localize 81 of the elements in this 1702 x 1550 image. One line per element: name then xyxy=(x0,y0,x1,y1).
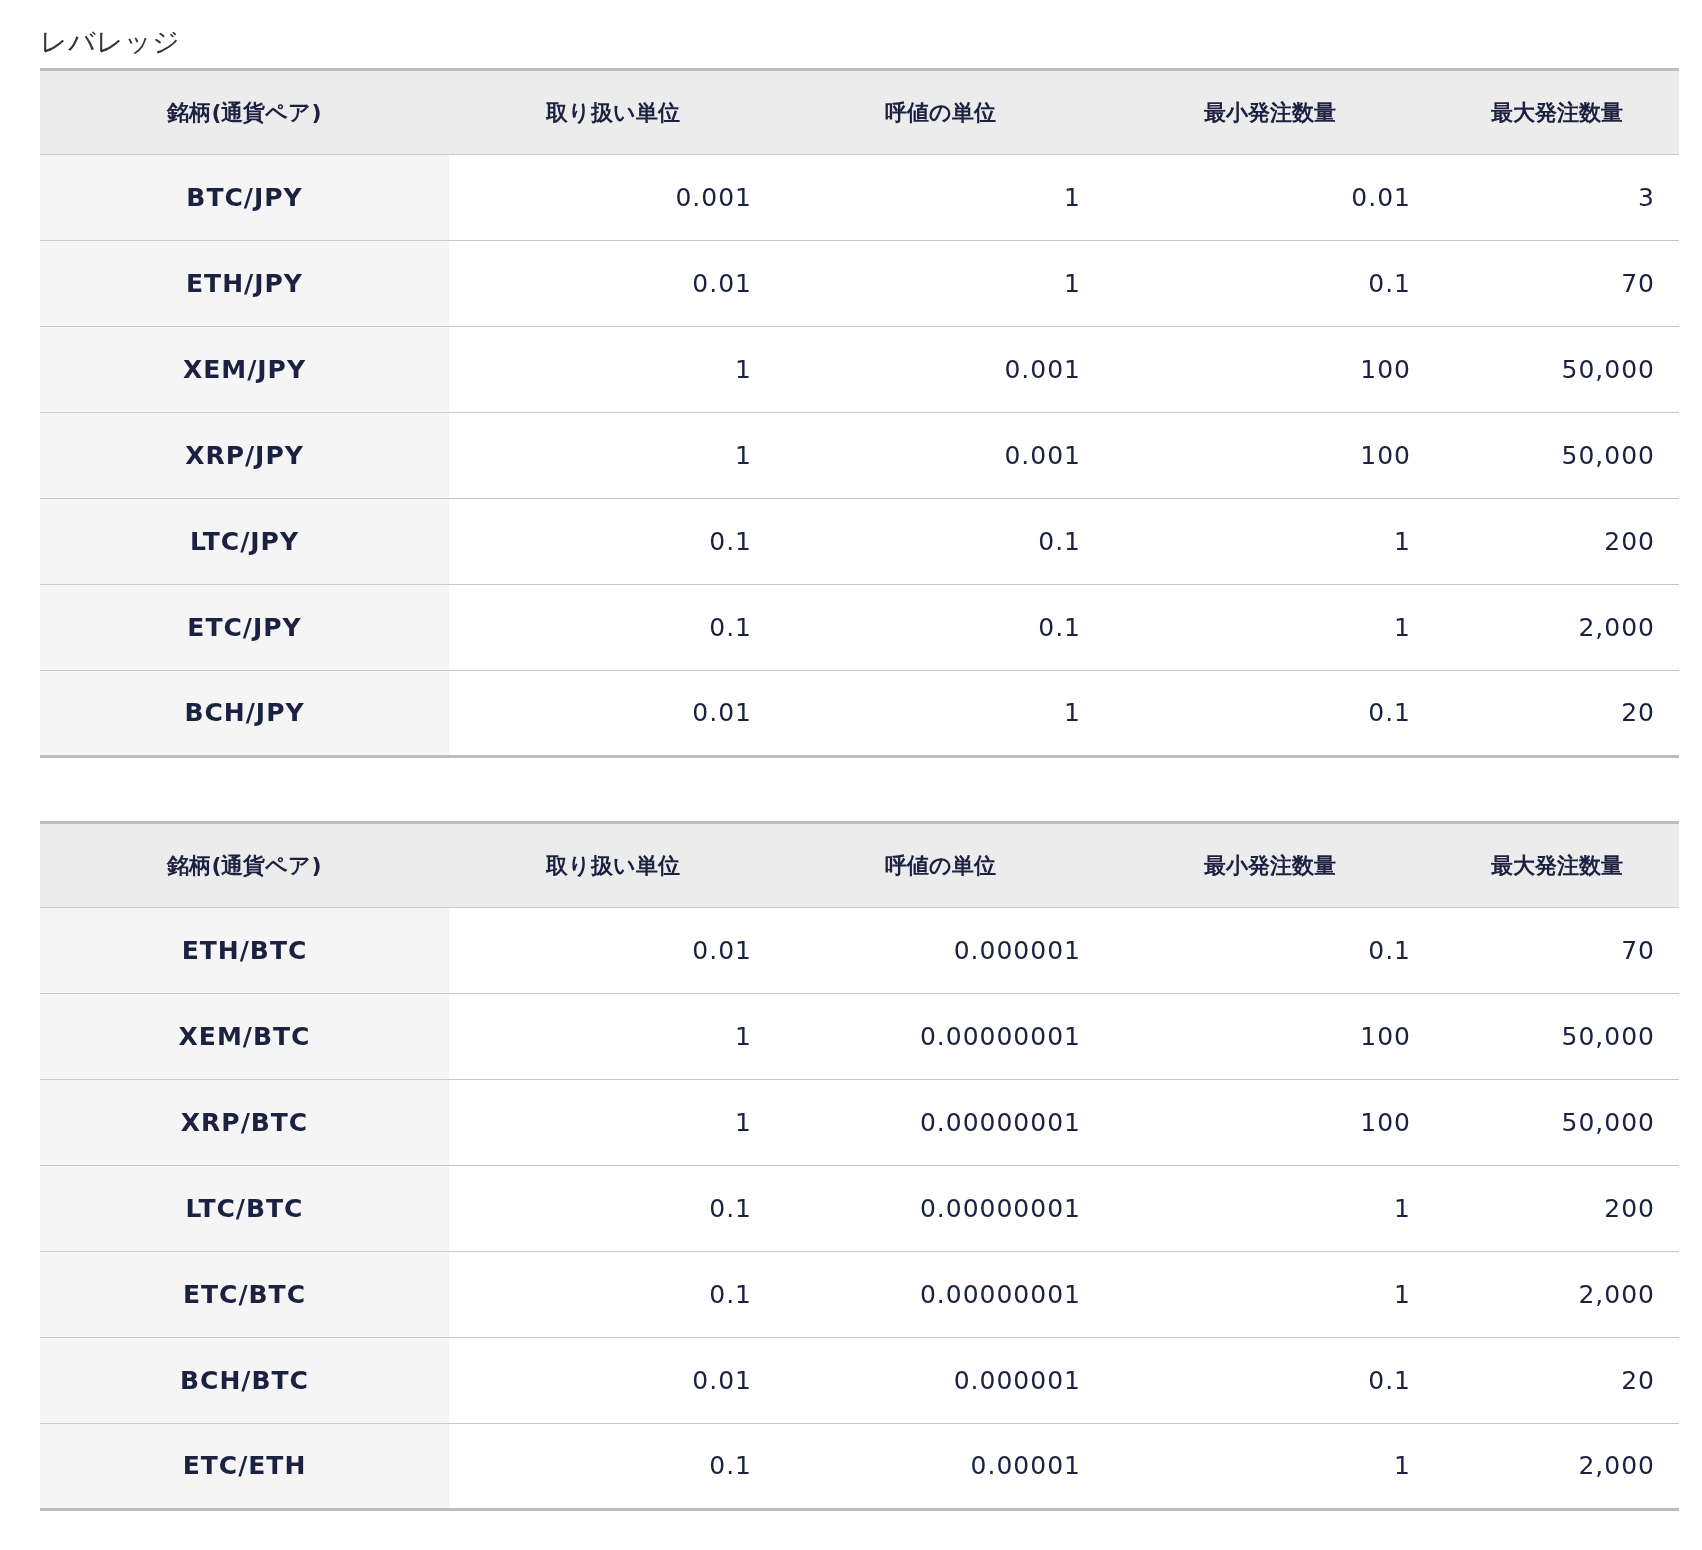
table-cell: 0.001 xyxy=(449,154,776,241)
table-cell: 50,000 xyxy=(1435,1079,1679,1166)
table-cell: 0.1 xyxy=(776,584,1105,671)
table-cell: 200 xyxy=(1435,498,1679,585)
table-cell: 1 xyxy=(776,670,1105,757)
pair-cell: BCH/JPY xyxy=(40,670,449,757)
table-cell: 0.1 xyxy=(776,498,1105,585)
table-cell: 0.01 xyxy=(449,907,776,994)
table-cell: 100 xyxy=(1105,412,1435,499)
table-cell: 0.1 xyxy=(1105,240,1435,327)
pair-cell: XRP/BTC xyxy=(40,1079,449,1166)
table-cell: 0.00001 xyxy=(776,1423,1105,1510)
table-cell: 1 xyxy=(1105,1423,1435,1510)
table-cell: 2,000 xyxy=(1435,1251,1679,1338)
table-cell: 20 xyxy=(1435,1337,1679,1424)
table-cell: 20 xyxy=(1435,670,1679,757)
table-cell: 0.001 xyxy=(776,412,1105,499)
table-cell: 200 xyxy=(1435,1165,1679,1252)
pair-cell: XRP/JPY xyxy=(40,412,449,499)
column-header: 最大発注数量 xyxy=(1435,822,1679,908)
column-header: 取り扱い単位 xyxy=(449,822,776,908)
table-cell: 0.1 xyxy=(449,584,776,671)
table-cell: 50,000 xyxy=(1435,993,1679,1080)
table-cell: 1 xyxy=(449,412,776,499)
table-cell: 1 xyxy=(449,993,776,1080)
table-cell: 3 xyxy=(1435,154,1679,241)
column-header: 取り扱い単位 xyxy=(449,69,776,155)
table-cell: 1 xyxy=(776,154,1105,241)
pair-cell: ETC/BTC xyxy=(40,1251,449,1338)
pair-cell: ETH/BTC xyxy=(40,907,449,994)
table-cell: 0.1 xyxy=(1105,907,1435,994)
table-cell: 1 xyxy=(1105,1251,1435,1338)
table-cell: 1 xyxy=(1105,498,1435,585)
table-cell: 2,000 xyxy=(1435,584,1679,671)
pair-cell: XEM/JPY xyxy=(40,326,449,413)
pair-cell: XEM/BTC xyxy=(40,993,449,1080)
table-cell: 0.00000001 xyxy=(776,1251,1105,1338)
column-header: 銘柄(通貨ペア) xyxy=(40,822,449,908)
table-cell: 1 xyxy=(449,326,776,413)
table-cell: 70 xyxy=(1435,240,1679,327)
table-cell: 0.1 xyxy=(449,498,776,585)
column-header: 呼値の単位 xyxy=(776,822,1105,908)
table-cell: 0.01 xyxy=(1105,154,1435,241)
table-cell: 0.00000001 xyxy=(776,1079,1105,1166)
pair-cell: ETC/JPY xyxy=(40,584,449,671)
table-cell: 50,000 xyxy=(1435,326,1679,413)
pair-cell: LTC/BTC xyxy=(40,1165,449,1252)
table-cell: 0.1 xyxy=(449,1251,776,1338)
table-cell: 0.001 xyxy=(776,326,1105,413)
table-cell: 1 xyxy=(449,1079,776,1166)
pair-cell: BTC/JPY xyxy=(40,154,449,241)
table-cell: 100 xyxy=(1105,1079,1435,1166)
table-cell: 0.1 xyxy=(1105,1337,1435,1424)
section-title: レバレッジ xyxy=(40,25,181,59)
table-cell: 0.1 xyxy=(1105,670,1435,757)
table-cell: 50,000 xyxy=(1435,412,1679,499)
column-header: 銘柄(通貨ペア) xyxy=(40,69,449,155)
table-cell: 0.01 xyxy=(449,670,776,757)
table-cell: 2,000 xyxy=(1435,1423,1679,1510)
table-cell: 100 xyxy=(1105,993,1435,1080)
table-cell: 1 xyxy=(1105,1165,1435,1252)
column-header: 最小発注数量 xyxy=(1105,69,1435,155)
table-cell: 0.01 xyxy=(449,240,776,327)
pair-cell: ETC/ETH xyxy=(40,1423,449,1510)
column-header: 呼値の単位 xyxy=(776,69,1105,155)
pair-cell: ETH/JPY xyxy=(40,240,449,327)
table-cell: 1 xyxy=(1105,584,1435,671)
table-cell: 0.000001 xyxy=(776,907,1105,994)
table-cell: 0.00000001 xyxy=(776,1165,1105,1252)
table-cell: 0.1 xyxy=(449,1423,776,1510)
column-header: 最大発注数量 xyxy=(1435,69,1679,155)
table-cell: 0.000001 xyxy=(776,1337,1105,1424)
pair-cell: LTC/JPY xyxy=(40,498,449,585)
table-cell: 0.01 xyxy=(449,1337,776,1424)
table-cell: 0.1 xyxy=(449,1165,776,1252)
pair-cell: BCH/BTC xyxy=(40,1337,449,1424)
table-cell: 0.00000001 xyxy=(776,993,1105,1080)
column-header: 最小発注数量 xyxy=(1105,822,1435,908)
table-cell: 1 xyxy=(776,240,1105,327)
table-cell: 100 xyxy=(1105,326,1435,413)
table-cell: 70 xyxy=(1435,907,1679,994)
